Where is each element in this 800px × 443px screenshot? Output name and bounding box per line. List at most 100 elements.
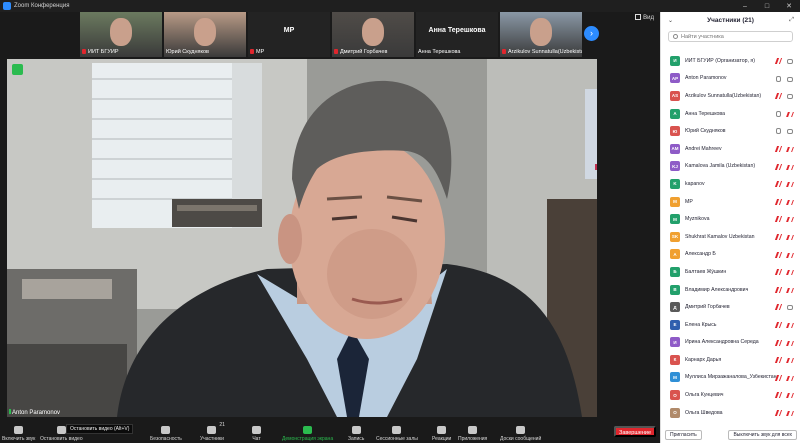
participant-row[interactable]: AM Andrei Mahreev	[661, 140, 800, 158]
participant-row[interactable]: И Ирина Александровна Середа	[661, 334, 800, 352]
participant-row[interactable]: SK Shukhrat Kamalov Uzbekistan	[661, 228, 800, 246]
mic-muted-icon[interactable]	[774, 216, 783, 223]
camera-off-icon[interactable]	[786, 340, 794, 346]
participant-row[interactable]: M Myznikova	[661, 210, 800, 228]
mic-muted-icon[interactable]	[774, 269, 783, 276]
participant-row[interactable]: Д Дмитрий Горбачев	[661, 298, 800, 316]
close-icon[interactable]: ✕	[778, 0, 800, 12]
video-thumbnail[interactable]: ИИТ БГУИР	[80, 12, 162, 57]
participant-row[interactable]: И ИИТ БГУИР (Организатор, я)	[661, 52, 800, 70]
camera-off-icon[interactable]	[786, 234, 794, 240]
video-thumbnail[interactable]: Юрий Скудняков	[164, 12, 246, 57]
camera-off-icon[interactable]	[786, 410, 794, 416]
minimize-icon[interactable]: –	[734, 0, 756, 12]
mic-icon[interactable]	[776, 110, 781, 117]
mic-icon[interactable]	[776, 75, 781, 82]
security-button[interactable]: Безопасность	[150, 420, 182, 443]
mic-muted-icon[interactable]	[774, 409, 783, 416]
whiteboard-button[interactable]: Доски сообщений	[500, 420, 541, 443]
camera-icon[interactable]	[787, 76, 793, 82]
popout-icon[interactable]: ⤢	[789, 17, 794, 24]
participant-row[interactable]: О Ольга Кунцевич	[661, 386, 800, 404]
mic-muted-icon[interactable]	[774, 321, 783, 328]
thumbnail-name: ИИТ БГУИР	[82, 49, 119, 55]
camera-off-icon[interactable]	[786, 270, 794, 276]
mic-muted-icon[interactable]	[774, 251, 783, 258]
camera-off-icon[interactable]	[786, 199, 794, 205]
participant-row[interactable]: KJ Kamalova Jamila (Uzbekistan)	[661, 158, 800, 176]
participant-row[interactable]: Ю Юрий Скудняков	[661, 122, 800, 140]
rooms-button[interactable]: Сессионные залы	[376, 420, 418, 443]
video-thumbnail[interactable]: МР МР	[248, 12, 330, 57]
mic-muted-icon[interactable]	[774, 198, 783, 205]
thumbnail-strip: ИИТ БГУИР Юрий Скудняков МР МР Дмитрий Горба…	[80, 12, 582, 57]
mic-muted-icon[interactable]	[774, 339, 783, 346]
participant-row[interactable]: AS Arzikulov Sunnatulla(Uzbekistan)	[661, 87, 800, 105]
camera-icon[interactable]	[787, 305, 793, 311]
participant-row[interactable]: Б Балтаев Жўшкин	[661, 263, 800, 281]
security-shield-icon[interactable]	[12, 64, 23, 75]
search-input[interactable]	[681, 33, 781, 40]
camera-off-icon[interactable]	[786, 146, 794, 152]
participant-name: Anton Paramonov	[685, 75, 727, 82]
end-meeting-button[interactable]: Завершение	[614, 426, 656, 437]
camera-off-icon[interactable]	[786, 182, 794, 188]
participant-row[interactable]: Kkapanov	[661, 175, 800, 193]
camera-off-icon[interactable]	[786, 375, 794, 381]
mic-muted-icon[interactable]	[774, 145, 783, 152]
mic-icon[interactable]	[776, 128, 781, 135]
speaker-video-frame	[7, 59, 597, 417]
participant-row[interactable]: M МР	[661, 193, 800, 211]
participant-row[interactable]: О Ольга Шведова	[661, 404, 800, 422]
participant-row[interactable]: К Карнарх Дарья	[661, 351, 800, 369]
participant-row[interactable]: В Владимир Александрович	[661, 281, 800, 299]
participant-face	[110, 18, 132, 46]
participant-row[interactable]: А Александр Б	[661, 246, 800, 264]
camera-off-icon[interactable]	[786, 393, 794, 399]
mic-muted-icon[interactable]	[774, 392, 783, 399]
mic-muted-icon[interactable]	[774, 304, 783, 311]
avatar: В	[670, 284, 680, 295]
camera-off-icon[interactable]	[786, 322, 794, 328]
camera-icon[interactable]	[787, 59, 793, 64]
mic-muted-icon[interactable]	[774, 286, 783, 293]
chat-label: Чат	[252, 436, 261, 442]
audio-button[interactable]: Включить звук	[2, 420, 35, 443]
video-thumbnail[interactable]: Arzikulov Sunnatulla(Uzbekistan)	[500, 12, 582, 57]
camera-icon[interactable]	[787, 129, 793, 135]
camera-off-icon[interactable]	[786, 111, 794, 117]
participant-row[interactable]: М Муллиса Мирзажаналова_Узбекистан	[661, 369, 800, 387]
share-button[interactable]: Демонстрация экрана	[282, 420, 333, 443]
mute-all-button[interactable]: Выключить звук для всех	[728, 430, 797, 440]
record-button[interactable]: Запись	[348, 420, 364, 443]
apps-button[interactable]: Приложения	[458, 420, 487, 443]
camera-off-icon[interactable]	[786, 252, 794, 258]
chat-button[interactable]: Чат	[252, 420, 261, 443]
mic-muted-icon[interactable]	[774, 357, 783, 364]
participant-search[interactable]	[668, 31, 793, 42]
participant-row[interactable]: А Анна Терешкова	[661, 105, 800, 123]
camera-off-icon[interactable]	[786, 217, 794, 223]
camera-off-icon[interactable]	[786, 164, 794, 170]
maximize-icon[interactable]: □	[756, 0, 778, 12]
video-stage: ИИТ БГУИР Юрий Скудняков МР МР Дмитрий Горба…	[0, 12, 660, 420]
view-button[interactable]: Вид	[635, 14, 654, 21]
mic-muted-icon[interactable]	[774, 58, 783, 64]
video-thumbnail[interactable]: Анна Терешкова Анна Терешкова	[416, 12, 498, 57]
participant-row[interactable]: AP Anton Paramonov	[661, 70, 800, 88]
mic-muted-icon[interactable]	[774, 374, 783, 381]
camera-icon[interactable]	[787, 94, 793, 100]
mic-muted-icon[interactable]	[774, 163, 783, 170]
video-thumbnail[interactable]: Дмитрий Горбачев	[332, 12, 414, 57]
next-page-button[interactable]: ›	[584, 26, 599, 41]
camera-off-icon[interactable]	[786, 287, 794, 293]
reactions-button[interactable]: Реакции	[432, 420, 451, 443]
invite-button[interactable]: Пригласить	[665, 430, 702, 440]
camera-off-icon[interactable]	[786, 358, 794, 364]
active-speaker-video[interactable]: Anton Paramonov	[7, 59, 597, 417]
participant-row[interactable]: Е Елена Крысь	[661, 316, 800, 334]
mic-muted-icon[interactable]	[774, 233, 783, 240]
participants-button[interactable]: 21 Участники	[200, 420, 225, 443]
mic-muted-icon[interactable]	[774, 181, 783, 188]
mic-muted-icon[interactable]	[774, 93, 783, 100]
